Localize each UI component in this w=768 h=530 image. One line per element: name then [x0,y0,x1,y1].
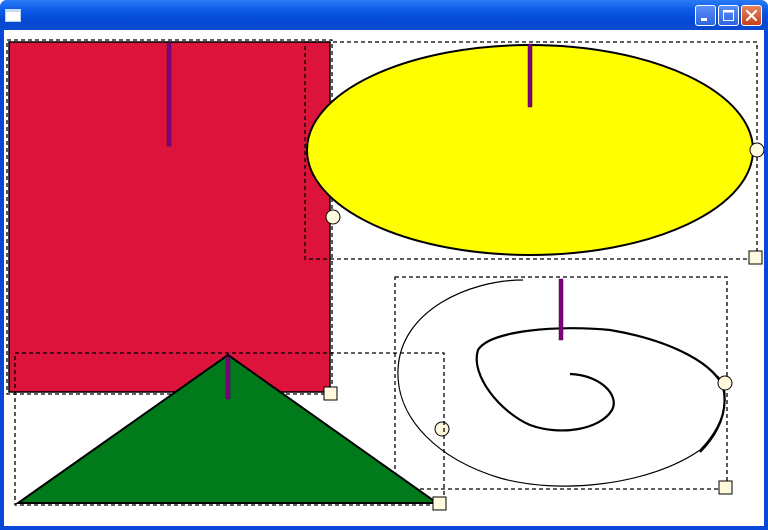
minimize-button[interactable] [695,5,716,26]
yellow-ellipse-left-handle[interactable] [325,209,341,225]
spiral-inner-path[interactable] [475,327,726,453]
drawing-canvas[interactable] [4,30,764,526]
red-rectangle-rotation-handle[interactable] [166,42,172,147]
spiral-group[interactable] [394,276,733,495]
red-rectangle-group[interactable] [6,39,338,401]
app-window [0,0,768,530]
spiral-left-handle[interactable] [434,421,450,437]
title-bar[interactable] [0,0,768,30]
spiral-right-handle[interactable] [717,375,733,391]
yellow-ellipse-right-handle[interactable] [749,142,764,158]
yellow-ellipse-rotation-handle[interactable] [527,43,533,108]
minimize-icon [701,18,707,21]
drawing-canvas-area[interactable] [4,30,764,526]
yellow-ellipse-group[interactable] [304,41,764,265]
window-icon[interactable] [5,9,21,22]
spiral-rotation-handle[interactable] [558,278,564,341]
green-triangle-resize-handle[interactable] [432,496,447,511]
green-triangle-rotation-handle[interactable] [225,356,231,400]
close-button[interactable] [741,5,762,26]
yellow-ellipse-resize-handle[interactable] [748,250,763,265]
spiral-resize-handle[interactable] [718,480,733,495]
close-icon [745,9,758,22]
maximize-icon [723,10,734,21]
maximize-button[interactable] [718,5,739,26]
red-rectangle-resize-handle[interactable] [323,386,338,401]
